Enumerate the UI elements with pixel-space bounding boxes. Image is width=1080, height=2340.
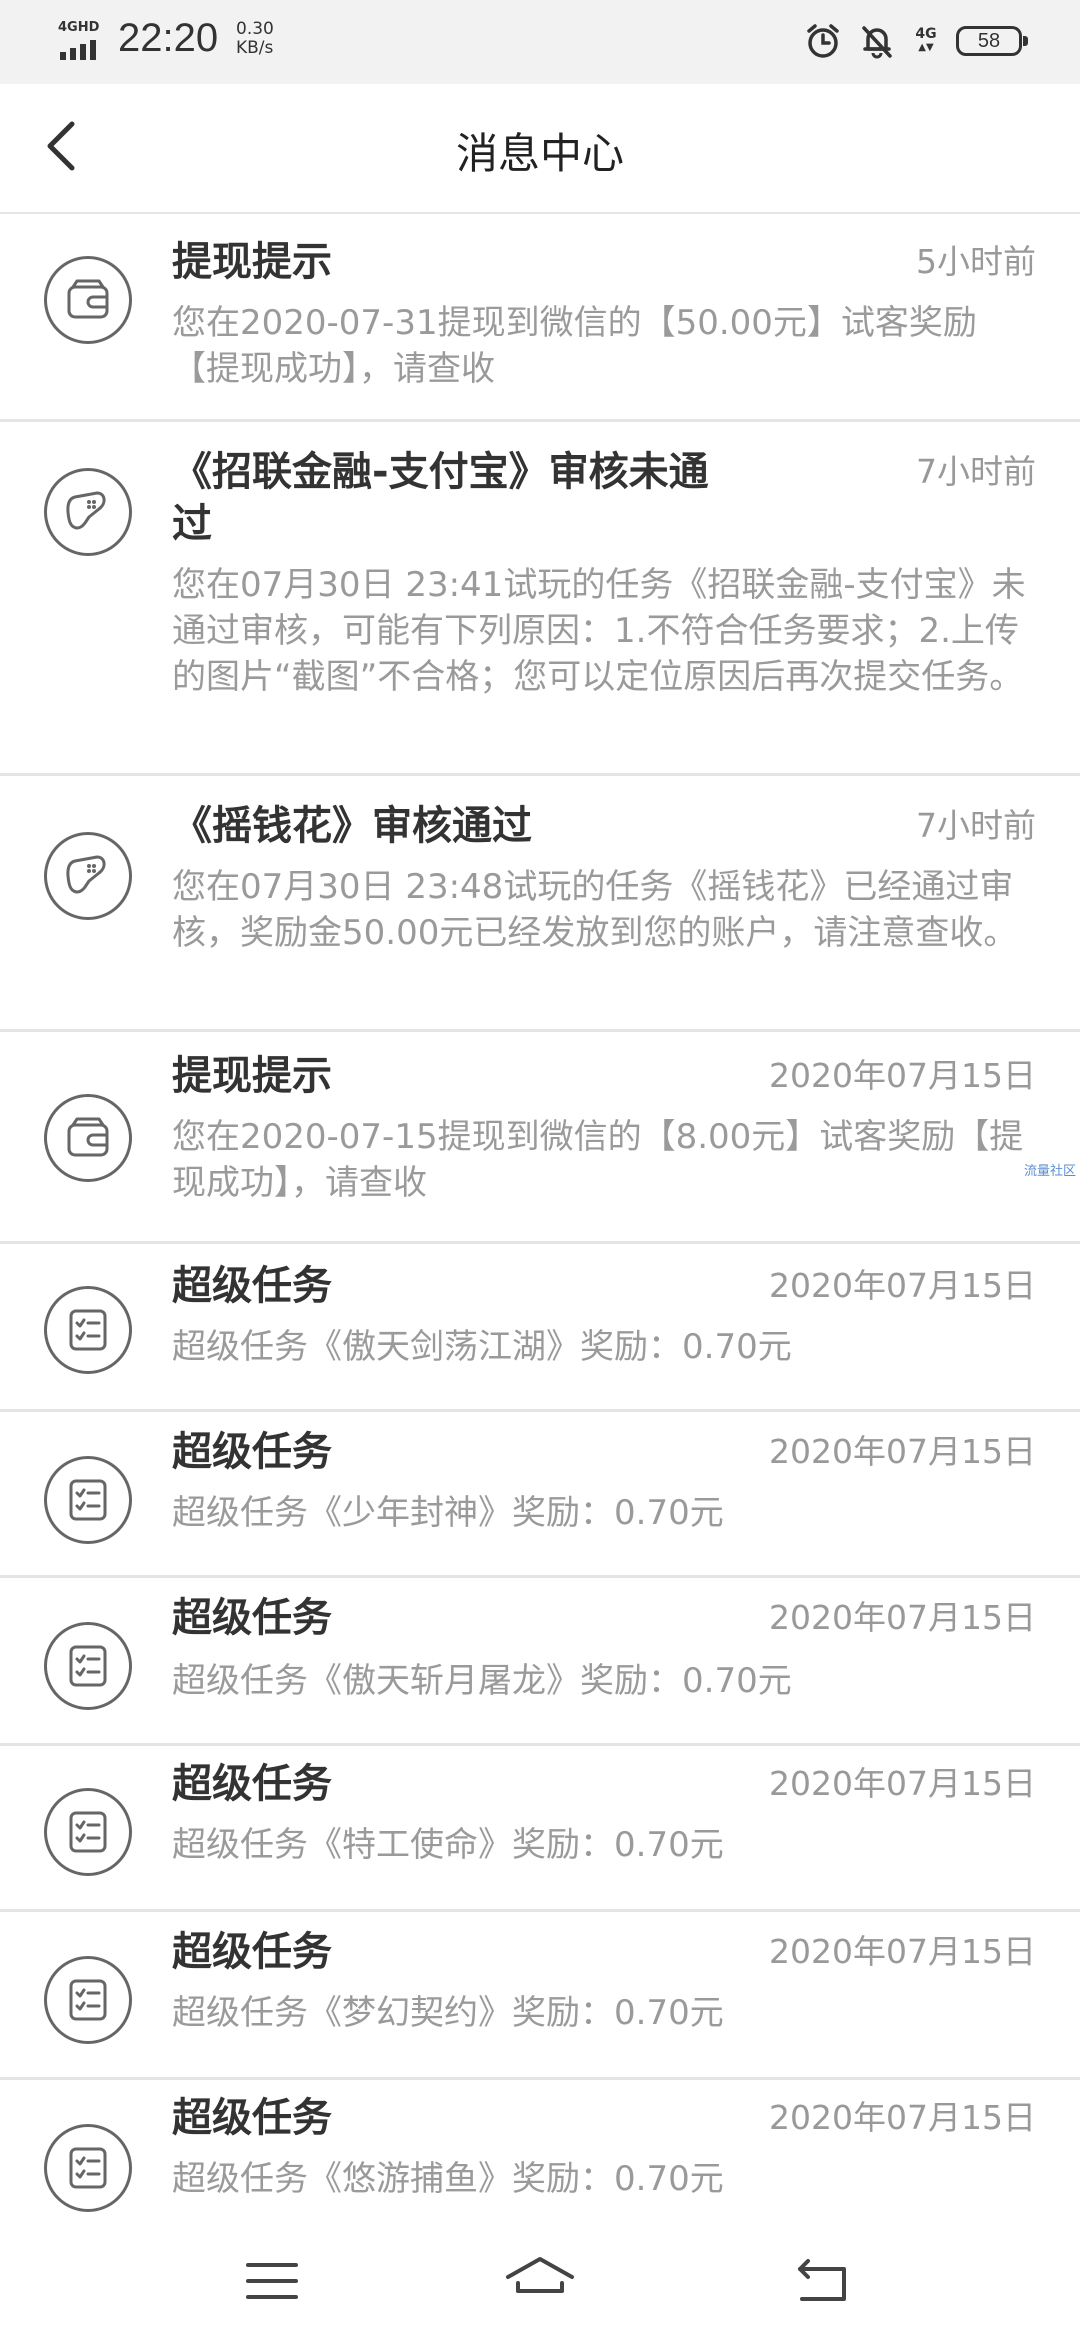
message-item[interactable]: 超级任务 2020年07月15日 超级任务《梦幻契约》奖励：0.70元 (0, 1912, 1080, 2080)
network-type-label: 4GHD (58, 20, 100, 35)
network-indicator: 4GHD (58, 20, 106, 60)
message-item[interactable]: 超级任务 2020年07月15日 超级任务《傲天斩月屠龙》奖励：0.70元 (0, 1578, 1080, 1746)
mobile-data-label: 4G (915, 26, 937, 42)
checklist-icon (44, 1286, 132, 1374)
gamepad-icon (44, 832, 132, 920)
checklist-icon (44, 1622, 132, 1710)
network-speed-value: 0.30 (236, 19, 274, 39)
message-body: 超级任务《傲天剑荡江湖》奖励：0.70元 (172, 1327, 792, 1367)
message-body: 超级任务《悠游捕鱼》奖励：0.70元 (172, 2159, 724, 2199)
message-item[interactable]: 提现提示 2020年07月15日 您在2020-07-15提现到微信的【8.00… (0, 1032, 1080, 1244)
status-bar: 4GHD 22:20 0.30 KB/s 4G ▲▼ 58 (0, 0, 1080, 84)
status-icons: 4G ▲▼ 58 (804, 22, 1028, 60)
message-item[interactable]: 超级任务 2020年07月15日 超级任务《特工使命》奖励：0.70元 (0, 1746, 1080, 1912)
message-item[interactable]: 超级任务 2020年07月15日 超级任务《少年封神》奖励：0.70元 (0, 1412, 1080, 1578)
message-item[interactable]: 超级任务 2020年07月15日 超级任务《悠游捕鱼》奖励：0.70元 (0, 2080, 1080, 2230)
page-title: 消息中心 (455, 129, 624, 178)
message-time: 2020年07月15日 (769, 1932, 1036, 1971)
message-list[interactable]: 提现提示 5小时前 您在2020-07-31提现到微信的【50.00元】试客奖励… (0, 212, 1080, 2230)
message-time: 2020年07月15日 (769, 2098, 1036, 2137)
message-time: 2020年07月15日 (769, 1764, 1036, 1803)
message-item[interactable]: 提现提示 5小时前 您在2020-07-31提现到微信的【50.00元】试客奖励… (0, 212, 1080, 422)
menu-icon (246, 2263, 298, 2299)
checklist-icon (44, 1956, 132, 2044)
message-body: 您在2020-07-15提现到微信的【8.00元】试客奖励【提现成功】，请查收 (172, 1117, 1024, 1203)
checklist-icon (44, 1788, 132, 1876)
alarm-icon (807, 24, 839, 58)
message-item[interactable]: 《摇钱花》审核通过 7小时前 您在07月30日 23:48试玩的任务《摇钱花》已… (0, 776, 1080, 1032)
message-title: 超级任务 (172, 1761, 332, 1807)
watermark: 流量社区 (1023, 1164, 1076, 1179)
message-item[interactable]: 超级任务 2020年07月15日 超级任务《傲天剑荡江湖》奖励：0.70元 (0, 1244, 1080, 1412)
message-title: 提现提示 (172, 239, 332, 285)
home-icon (506, 2257, 574, 2293)
message-item[interactable]: 《招联金融-支付宝》审核未通过 7小时前 您在07月30日 23:41试玩的任务… (0, 422, 1080, 776)
bell-muted-icon (862, 26, 892, 59)
return-icon (798, 2259, 846, 2301)
network-speed-unit: KB/s (236, 38, 274, 58)
system-nav-bar (0, 2220, 1080, 2340)
status-time: 22:20 (118, 16, 219, 60)
message-body: 您在07月30日 23:48试玩的任务《摇钱花》已经通过审核，奖励金50.00元… (172, 867, 1018, 953)
network-speed: 0.30 KB/s (236, 20, 274, 58)
message-body: 超级任务《梦幻契约》奖励：0.70元 (172, 1993, 724, 2033)
home-button[interactable] (490, 2246, 590, 2316)
message-time: 7小时前 (916, 452, 1036, 491)
message-title: 《招联金融-支付宝》审核未通过 (172, 449, 709, 547)
header: 消息中心 (0, 84, 1080, 214)
wallet-icon (44, 1094, 132, 1182)
message-time: 2020年07月15日 (769, 1056, 1036, 1095)
mobile-data-indicator: 4G ▲▼ (912, 27, 940, 55)
battery-level: 58 (977, 29, 1001, 52)
message-time: 5小时前 (916, 242, 1036, 281)
message-time: 7小时前 (916, 806, 1036, 845)
message-time: 2020年07月15日 (769, 1598, 1036, 1637)
message-body: 您在2020-07-31提现到微信的【50.00元】试客奖励【提现成功】，请查收 (172, 303, 977, 389)
message-title: 超级任务 (172, 1263, 332, 1309)
wallet-icon (44, 256, 132, 344)
gamepad-icon (44, 468, 132, 556)
message-title: 《摇钱花》审核通过 (172, 803, 532, 849)
message-title: 超级任务 (172, 2095, 332, 2141)
message-title: 超级任务 (172, 1929, 332, 1975)
message-body: 超级任务《傲天斩月屠龙》奖励：0.70元 (172, 1661, 792, 1701)
message-time: 2020年07月15日 (769, 1266, 1036, 1305)
message-body: 超级任务《特工使命》奖励：0.70元 (172, 1825, 724, 1865)
checklist-icon (44, 2124, 132, 2212)
checklist-icon (44, 1456, 132, 1544)
message-body: 超级任务《少年封神》奖励：0.70元 (172, 1493, 724, 1533)
message-time: 2020年07月15日 (769, 1432, 1036, 1471)
menu-button[interactable] (222, 2246, 322, 2316)
message-title: 超级任务 (172, 1595, 332, 1641)
battery-icon: 58 (956, 26, 1028, 56)
message-title: 提现提示 (172, 1053, 332, 1099)
signal-bars-icon (60, 40, 96, 60)
message-title: 超级任务 (172, 1429, 332, 1475)
data-arrows-icon: ▲▼ (918, 42, 934, 53)
back-nav-button[interactable] (772, 2246, 872, 2316)
message-body: 您在07月30日 23:41试玩的任务《招联金融-支付宝》未通过审核，可能有下列… (172, 565, 1026, 697)
